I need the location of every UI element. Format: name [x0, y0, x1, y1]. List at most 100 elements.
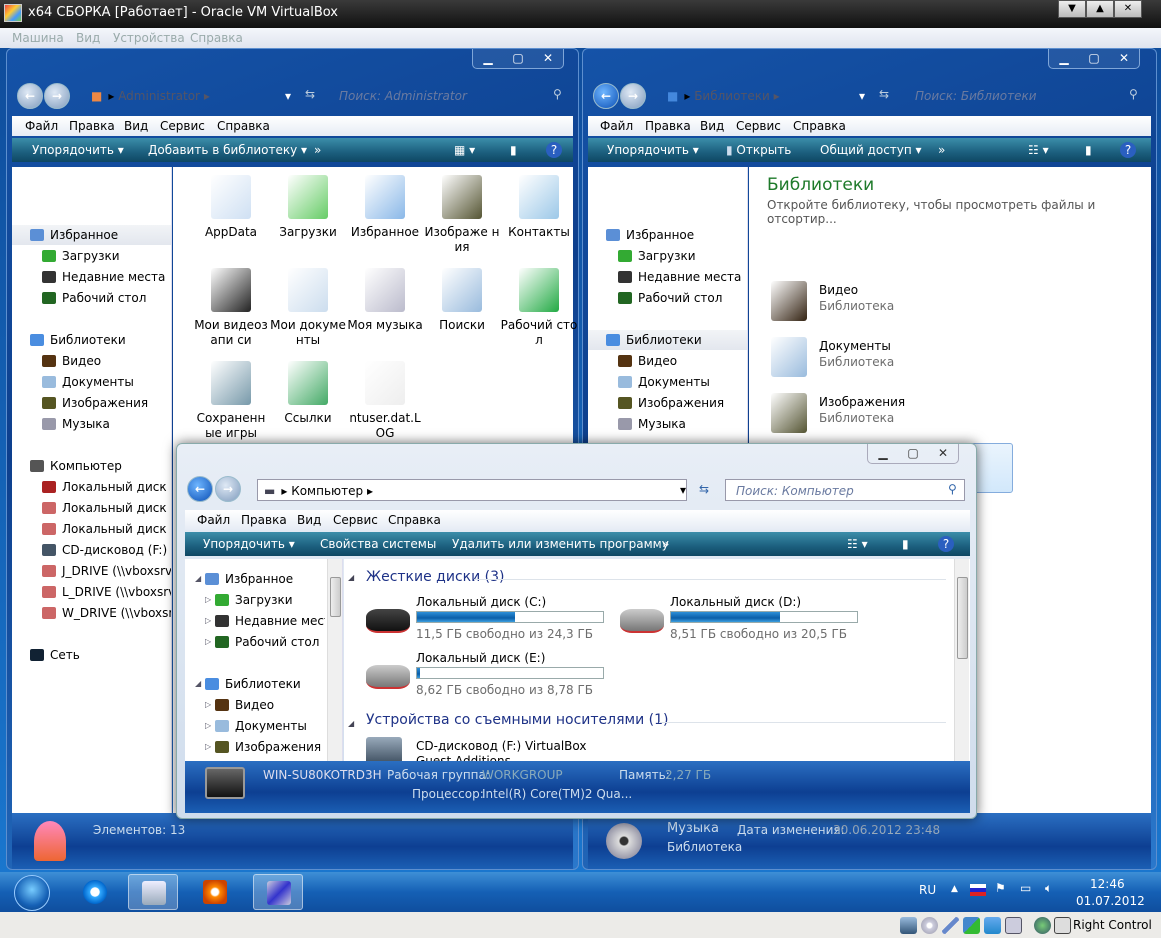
- cd-status-icon[interactable]: [921, 917, 938, 934]
- forward-button[interactable]: →: [44, 83, 70, 109]
- menu-help[interactable]: Справка: [388, 513, 441, 527]
- network-icon[interactable]: ▭: [1020, 881, 1031, 895]
- file-item[interactable]: Загрузки: [268, 175, 348, 240]
- refresh-icon[interactable]: ⇆: [305, 87, 315, 101]
- show-hidden-icons-button[interactable]: ▲: [951, 884, 958, 894]
- menu-tools[interactable]: Сервис: [333, 513, 378, 527]
- forward-button[interactable]: →: [215, 476, 241, 502]
- nav-item[interactable]: CD-дисковод (F:) Vi: [12, 540, 171, 560]
- menu-help[interactable]: Справка: [793, 119, 846, 133]
- uninstall-program-button[interactable]: Удалить или изменить программу: [452, 537, 669, 551]
- taskbar-media-player[interactable]: [190, 874, 240, 910]
- library-item[interactable]: Изображения Библиотека: [763, 387, 1013, 437]
- preview-pane-icon[interactable]: ▮: [902, 537, 909, 551]
- more-commands-button[interactable]: »: [938, 143, 945, 157]
- address-dropdown-icon[interactable]: ▾: [680, 483, 686, 497]
- drive-item[interactable]: Локальный диск (D:) 8,51 ГБ свободно из 2…: [620, 595, 910, 649]
- host-menu-devices[interactable]: Устройства: [113, 31, 185, 45]
- forward-button[interactable]: →: [620, 83, 646, 109]
- taskbar-explorer[interactable]: [128, 874, 178, 910]
- nav-item[interactable]: Изображения: [12, 393, 171, 413]
- expand-arrow-icon[interactable]: ◢: [195, 569, 201, 589]
- hard-disk-status-icon[interactable]: [900, 917, 917, 934]
- file-item[interactable]: Мои видеозапи си: [191, 268, 271, 348]
- organize-button[interactable]: Упорядочить ▾: [607, 143, 699, 157]
- address-bar[interactable]: ■ ▸ Библиотеки ▸: [667, 85, 867, 107]
- back-button[interactable]: ←: [187, 476, 213, 502]
- nav-item[interactable]: ◢ Библиотеки: [185, 674, 325, 694]
- nav-item[interactable]: Музыка: [588, 414, 747, 434]
- refresh-icon[interactable]: ⇆: [879, 87, 889, 101]
- file-item[interactable]: Изображе ния: [422, 175, 502, 255]
- nav-item[interactable]: Документы: [588, 372, 747, 392]
- help-icon[interactable]: ?: [1120, 142, 1136, 158]
- volume-icon[interactable]: 🔈︎: [1045, 881, 1052, 896]
- more-commands-button[interactable]: »: [662, 537, 669, 551]
- change-view-icon[interactable]: ☷ ▾: [847, 537, 868, 551]
- maximize-button[interactable]: ▢: [503, 49, 533, 68]
- close-button[interactable]: ✕: [928, 444, 958, 463]
- maximize-button[interactable]: ▢: [1079, 49, 1109, 68]
- content-scrollbar[interactable]: [954, 559, 969, 761]
- library-item[interactable]: Документы Библиотека: [763, 331, 1013, 381]
- search-input[interactable]: Поиск: Библиотеки: [915, 85, 1125, 107]
- menu-view[interactable]: Вид: [124, 119, 148, 133]
- menu-file[interactable]: Файл: [600, 119, 633, 133]
- group-removable[interactable]: Устройства со съемными носителями (1): [366, 712, 668, 728]
- file-item[interactable]: AppData: [191, 175, 271, 240]
- expand-arrow-icon[interactable]: ▷: [205, 695, 211, 715]
- host-menu-help[interactable]: Справка: [190, 31, 243, 45]
- nav-item[interactable]: W_DRIVE (\\vboxsrv): [12, 603, 171, 623]
- close-button[interactable]: ✕: [1109, 49, 1139, 68]
- taskbar-network-app[interactable]: [253, 874, 303, 910]
- nav-item[interactable]: Загрузки: [588, 246, 747, 266]
- nav-item[interactable]: Рабочий стол: [12, 288, 171, 308]
- expand-arrow-icon[interactable]: ▷: [205, 716, 211, 736]
- expand-arrow-icon[interactable]: ◢: [195, 674, 201, 694]
- address-crumb[interactable]: Administrator: [118, 89, 200, 103]
- menu-tools[interactable]: Сервис: [160, 119, 205, 133]
- shared-folders-status-icon[interactable]: [984, 917, 1001, 934]
- add-to-library-button[interactable]: Добавить в библиотеку ▾: [148, 143, 307, 157]
- address-crumb[interactable]: Компьютер: [291, 484, 363, 498]
- search-input[interactable]: Поиск: Компьютер: [725, 479, 965, 501]
- preview-pane-icon[interactable]: ▮: [510, 143, 517, 157]
- nav-item[interactable]: Недавние места: [12, 267, 171, 287]
- nav-item[interactable]: ◢ Избранное: [185, 569, 325, 589]
- nav-item[interactable]: ▷ Документы: [185, 716, 325, 736]
- virtualization-status-icon[interactable]: [1005, 917, 1022, 934]
- change-view-icon[interactable]: ☷ ▾: [1028, 143, 1049, 157]
- host-menu-machine[interactable]: Машина: [12, 31, 64, 45]
- nav-item[interactable]: Документы: [12, 372, 171, 392]
- action-center-icon[interactable]: ⚑: [995, 881, 1006, 895]
- expand-arrow-icon[interactable]: ▷: [205, 590, 211, 610]
- file-item[interactable]: Мои документы: [268, 268, 348, 348]
- menu-file[interactable]: Файл: [25, 119, 58, 133]
- file-item[interactable]: Рабочий стол: [499, 268, 578, 348]
- menu-edit[interactable]: Правка: [645, 119, 691, 133]
- organize-button[interactable]: Упорядочить ▾: [32, 143, 124, 157]
- nav-item[interactable]: Рабочий стол: [588, 288, 747, 308]
- preview-pane-icon[interactable]: ▮: [1085, 143, 1092, 157]
- expand-arrow-icon[interactable]: ▷: [205, 632, 211, 652]
- file-item[interactable]: Моя музыка: [345, 268, 425, 333]
- mouse-integration-icon[interactable]: [1034, 917, 1051, 934]
- more-commands-button[interactable]: »: [314, 143, 321, 157]
- back-button[interactable]: ←: [17, 83, 43, 109]
- file-item[interactable]: ntuser.dat.L OG: [345, 361, 425, 441]
- open-button[interactable]: ▮ Открыть: [726, 143, 791, 157]
- nav-item[interactable]: Видео: [12, 351, 171, 371]
- expand-arrow-icon[interactable]: ▷: [205, 611, 211, 631]
- menu-help[interactable]: Справка: [217, 119, 270, 133]
- file-item[interactable]: Избранное: [345, 175, 425, 240]
- nav-item[interactable]: Библиотеки: [12, 330, 171, 350]
- nav-item[interactable]: Локальный диск (D: [12, 498, 171, 518]
- file-item[interactable]: Ссылки: [268, 361, 348, 426]
- nav-scrollbar[interactable]: [327, 559, 342, 761]
- menu-edit[interactable]: Правка: [69, 119, 115, 133]
- minimize-button[interactable]: ▁: [473, 49, 503, 68]
- collapse-hdd-icon[interactable]: ◢: [348, 573, 354, 582]
- address-dropdown-icon[interactable]: ▾: [859, 89, 865, 103]
- file-item[interactable]: Контакты: [499, 175, 578, 240]
- content-scroll-thumb[interactable]: [957, 577, 968, 659]
